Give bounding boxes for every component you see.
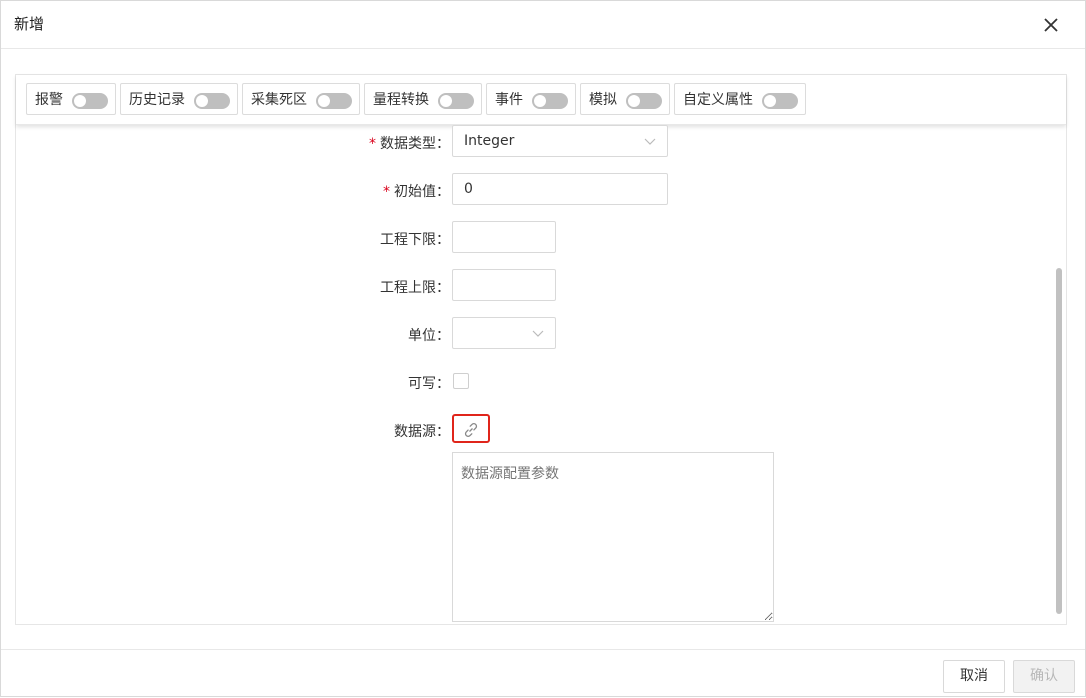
attribute-panel: 报警 历史记录 采集死区 量程转换 事件 模拟 自定义属性 * 数据类型： In… [15,74,1067,625]
chevron-down-icon [644,138,656,145]
tab-label: 量程转换 [373,92,429,108]
data-type-select[interactable]: Integer [452,125,668,157]
unit-select[interactable] [452,317,556,349]
tab-deadband[interactable]: 采集死区 [242,83,360,115]
tab-history[interactable]: 历史记录 [120,83,238,115]
tab-label: 采集死区 [251,92,307,108]
add-dialog: 新增 报警 历史记录 采集死区 量程转换 事件 模拟 自定义属性 * 数据类型：… [0,0,1086,697]
dialog-title: 新增 [14,15,45,33]
data-source-link-button[interactable] [452,414,490,443]
required-marker: * [369,136,376,152]
initial-value-label: * 初始值： [383,184,450,200]
chevron-down-icon [532,330,544,337]
writable-label: 可写： [408,376,450,392]
tab-label: 自定义属性 [683,92,753,108]
tab-range-conversion[interactable]: 量程转换 [364,83,482,115]
unit-label: 单位： [408,328,450,344]
custom-attributes-toggle-switch[interactable] [762,93,798,109]
initial-value-text: 0 [464,181,473,197]
eng-high-input[interactable] [452,269,556,301]
scrollbar-thumb[interactable] [1056,268,1062,614]
tab-label: 事件 [495,92,523,108]
tab-event[interactable]: 事件 [486,83,576,115]
required-marker: * [383,184,390,200]
initial-value-input[interactable]: 0 [452,173,668,205]
data-type-label: * 数据类型： [369,136,450,152]
tab-simulation[interactable]: 模拟 [580,83,670,115]
alarm-toggle-switch[interactable] [72,93,108,109]
tab-label: 历史记录 [129,92,185,108]
tab-alarm[interactable]: 报警 [26,83,116,115]
writable-checkbox[interactable] [453,373,469,389]
data-source-label: 数据源： [394,424,450,440]
tab-custom-attributes[interactable]: 自定义属性 [674,83,806,115]
scrollbar-track[interactable] [1056,127,1062,622]
range-conversion-toggle-switch[interactable] [438,93,474,109]
history-toggle-switch[interactable] [194,93,230,109]
eng-low-label: 工程下限： [380,232,450,248]
link-icon [464,423,478,437]
eng-high-label: 工程上限： [380,280,450,296]
dialog-header: 新增 [1,1,1085,49]
feature-toggle-bar: 报警 历史记录 采集死区 量程转换 事件 模拟 自定义属性 [16,75,1066,125]
tab-label: 报警 [35,92,63,108]
event-toggle-switch[interactable] [532,93,568,109]
cancel-button[interactable]: 取消 [943,660,1005,693]
eng-low-input[interactable] [452,221,556,253]
dialog-footer: 取消 确认 [1,649,1085,698]
simulation-toggle-switch[interactable] [626,93,662,109]
confirm-button[interactable]: 确认 [1013,660,1075,693]
source-params-textarea[interactable] [452,452,774,622]
tab-label: 模拟 [589,92,617,108]
data-type-value: Integer [464,133,515,149]
deadband-toggle-switch[interactable] [316,93,352,109]
close-icon[interactable] [1039,13,1063,37]
